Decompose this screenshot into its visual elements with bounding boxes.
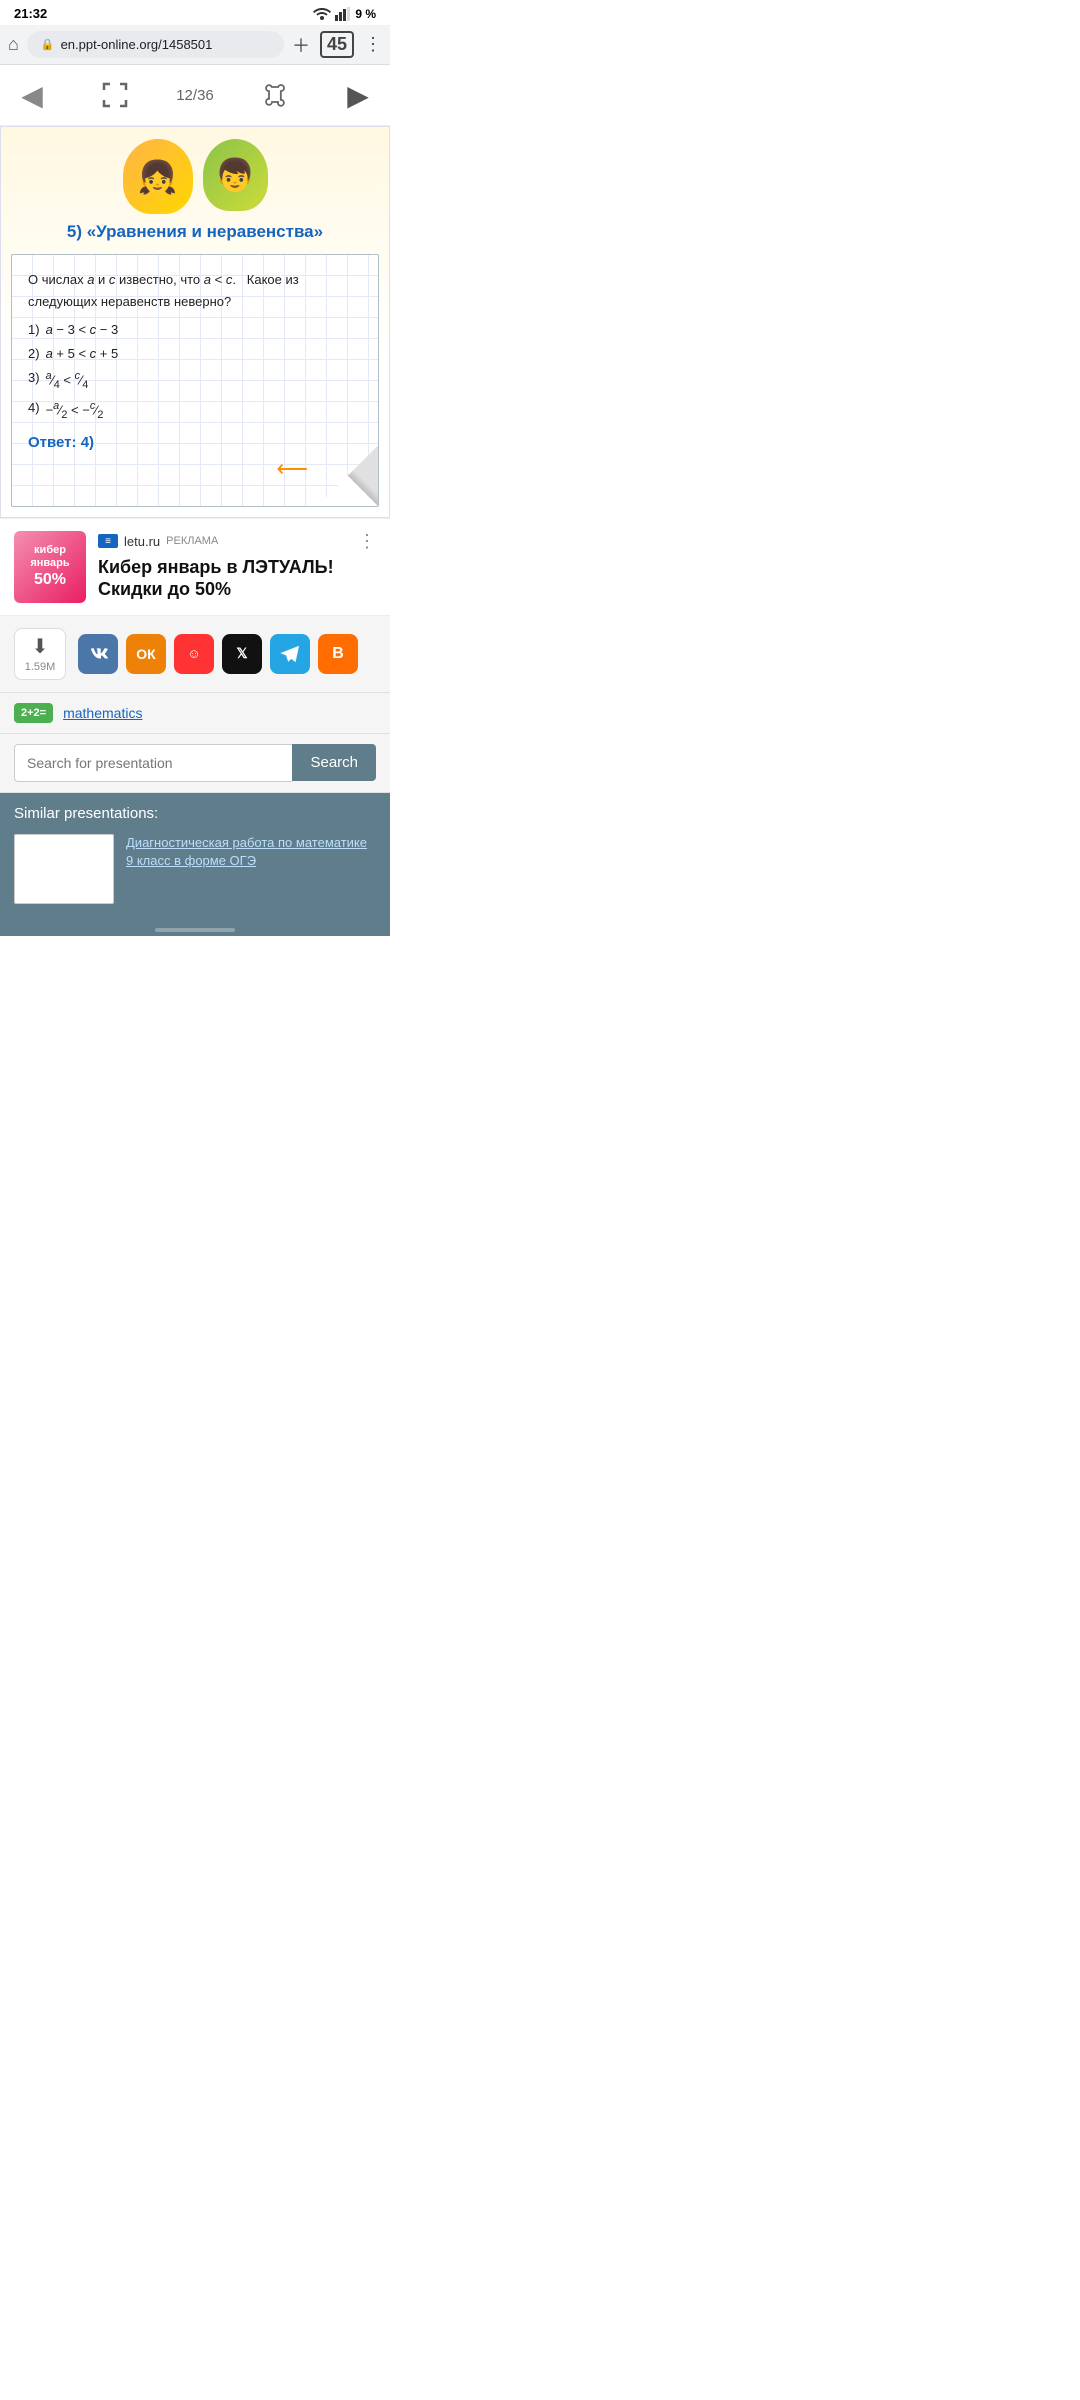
advertisement-section: киберянварь50% letu.ru РЕКЛАМА ⋮ Кибер я… xyxy=(0,518,390,616)
similar-card-title[interactable]: Диагностическая работа по математике 9 к… xyxy=(126,834,376,870)
category-icon: 2+2= xyxy=(14,703,53,723)
browser-bar: ⌂ 🔒 en.ppt-online.org/1458501 ＋ 45 ⋮ xyxy=(0,25,390,65)
ad-thumb-text: киберянварь50% xyxy=(30,544,69,590)
ok-icon-text: ОК xyxy=(136,646,155,662)
category-row: 2+2= mathematics xyxy=(0,693,390,734)
scroll-indicator xyxy=(0,922,390,936)
browser-icons: ＋ 45 ⋮ xyxy=(292,31,382,58)
slide-title: 5) «Уравнения и неравенства» xyxy=(67,222,323,242)
status-left: 21:32 xyxy=(14,6,47,21)
status-right: 9 % xyxy=(313,7,376,21)
add-tab-icon[interactable]: ＋ xyxy=(292,32,310,58)
expand-icon xyxy=(102,82,128,108)
status-bar: 21:32 9 % xyxy=(0,0,390,25)
next-slide-button[interactable]: ▶ xyxy=(336,73,380,117)
url-bar[interactable]: 🔒 en.ppt-online.org/1458501 xyxy=(27,31,284,58)
tab-count-badge[interactable]: 45 xyxy=(320,31,354,58)
slide-characters: 👧 👦 xyxy=(123,139,268,214)
vk-share-button[interactable] xyxy=(78,634,118,674)
signal-icon xyxy=(335,7,351,21)
x-icon-text: 𝕏 xyxy=(236,645,247,662)
social-share-icons: ОК ☺ 𝕏 B xyxy=(78,634,358,674)
fullscreen-button[interactable] xyxy=(93,73,137,117)
home-icon[interactable]: ⌂ xyxy=(8,34,19,55)
previous-slide-button[interactable]: ◀ xyxy=(10,73,54,117)
slide-image: 👧 👦 5) «Уравнения и неравенства» О числа… xyxy=(1,127,389,517)
action-row: ⬇ 1.59M ОК ☺ 𝕏 B xyxy=(0,616,390,693)
ad-thumbnail[interactable]: киберянварь50% xyxy=(14,531,86,603)
option-3: 3) a⁄4 < c⁄4 xyxy=(28,367,362,394)
scroll-bar xyxy=(155,928,235,932)
ad-more-button[interactable]: ⋮ xyxy=(358,531,376,552)
mm-share-button[interactable]: ☺ xyxy=(174,634,214,674)
download-button[interactable]: ⬇ 1.59M xyxy=(14,628,66,680)
battery-display: 9 % xyxy=(355,7,376,21)
time-display: 21:32 xyxy=(14,6,47,21)
download-icon: ⬇ xyxy=(32,634,49,659)
ad-meta-row: letu.ru РЕКЛАМА ⋮ xyxy=(98,531,376,552)
slide-navigation-bar: ◀ 12/36 ▶ xyxy=(0,65,390,126)
ad-info: letu.ru РЕКЛАМА ⋮ Кибер январь в ЛЭТУАЛЬ… xyxy=(98,531,376,601)
share-button[interactable] xyxy=(253,73,297,117)
more-options-icon[interactable]: ⋮ xyxy=(364,34,382,55)
mm-icon-text: ☺ xyxy=(187,646,200,661)
telegram-icon xyxy=(280,645,300,663)
ad-source-name: letu.ru xyxy=(124,534,160,549)
option-2: 2)a + 5 < c + 5 xyxy=(28,343,362,365)
similar-card: Диагностическая работа по математике 9 к… xyxy=(14,834,376,904)
search-input[interactable] xyxy=(14,744,292,782)
slide-intro: О числах a и с известно, что a < с. Како… xyxy=(28,269,362,313)
share-icon xyxy=(263,83,287,107)
url-text: en.ppt-online.org/1458501 xyxy=(61,37,213,52)
slide-area: 👧 👦 5) «Уравнения и неравенства» О числа… xyxy=(0,126,390,518)
similar-presentations-section: Similar presentations: Диагностическая р… xyxy=(0,793,390,922)
character-girl: 👧 xyxy=(123,139,193,214)
telegram-share-button[interactable] xyxy=(270,634,310,674)
slide-counter: 12/36 xyxy=(176,87,214,104)
character-boy: 👦 xyxy=(203,139,268,211)
search-row: Search xyxy=(0,734,390,793)
ad-label: РЕКЛАМА xyxy=(166,535,218,547)
similar-card-thumbnail xyxy=(14,834,114,904)
file-size-label: 1.59M xyxy=(25,661,56,673)
ok-share-button[interactable]: ОК xyxy=(126,634,166,674)
search-button[interactable]: Search xyxy=(292,744,376,781)
category-label[interactable]: mathematics xyxy=(63,705,142,721)
blogger-share-button[interactable]: B xyxy=(318,634,358,674)
ad-title[interactable]: Кибер январь в ЛЭТУАЛЬ! Скидки до 50% xyxy=(98,556,376,601)
similar-section-title: Similar presentations: xyxy=(14,805,376,822)
option-4: 4) −a⁄2 < −c⁄2 xyxy=(28,397,362,424)
x-share-button[interactable]: 𝕏 xyxy=(222,634,262,674)
slide-math-content: О числах a и с известно, что a < с. Како… xyxy=(11,254,379,507)
arrow-hint-icon: ⟵ xyxy=(276,450,308,487)
ad-source-icon xyxy=(98,534,118,548)
wifi-icon xyxy=(313,7,331,21)
vk-icon xyxy=(88,647,108,661)
lock-icon: 🔒 xyxy=(41,38,55,51)
slide-answer: Ответ: 4) xyxy=(28,430,362,456)
option-1: 1)a − 3 < c − 3 xyxy=(28,319,362,341)
blogger-icon-text: B xyxy=(332,645,344,663)
